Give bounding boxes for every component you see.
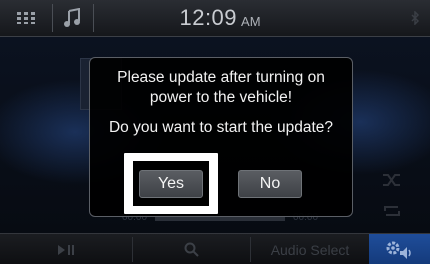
apps-grid-icon — [17, 12, 35, 24]
dialog-question: Do you want to start the update? — [108, 119, 334, 136]
play-pause-icon — [58, 244, 74, 255]
search-icon — [184, 242, 199, 257]
audio-select-button[interactable]: Audio Select — [251, 234, 369, 264]
clock-ampm: AM — [241, 13, 261, 29]
play-pause-button[interactable] — [0, 234, 132, 264]
clock-time: 12:09 — [179, 5, 238, 30]
source-button[interactable] — [53, 0, 93, 36]
shuffle-icon[interactable] — [382, 172, 402, 188]
bluetooth-status — [400, 0, 430, 36]
search-button[interactable] — [133, 234, 250, 264]
settings-volume-icon — [386, 241, 411, 259]
settings-volume-button[interactable] — [369, 234, 430, 264]
yes-button[interactable]: Yes — [139, 170, 203, 198]
clock: 12:09 AM — [150, 0, 290, 36]
status-bar: 12:09 AM — [0, 0, 430, 37]
apps-button[interactable] — [0, 0, 52, 36]
bluetooth-icon — [411, 11, 420, 25]
bottom-bar: Audio Select — [0, 233, 430, 264]
dialog-message-line2: power to the vehicle! — [149, 89, 293, 106]
dialog-message-line1: Please update after turning on — [117, 69, 325, 86]
audio-select-label: Audio Select — [270, 241, 350, 258]
head-unit-screen: 12:09 AM 00:00 00:00 Audio Select Please… — [0, 0, 430, 264]
progress-bar[interactable] — [155, 217, 285, 221]
repeat-icon[interactable] — [382, 203, 402, 219]
music-source-icon — [64, 8, 80, 27]
no-button[interactable]: No — [238, 170, 302, 198]
dialog-message: Please update after turning on power to … — [90, 68, 352, 138]
